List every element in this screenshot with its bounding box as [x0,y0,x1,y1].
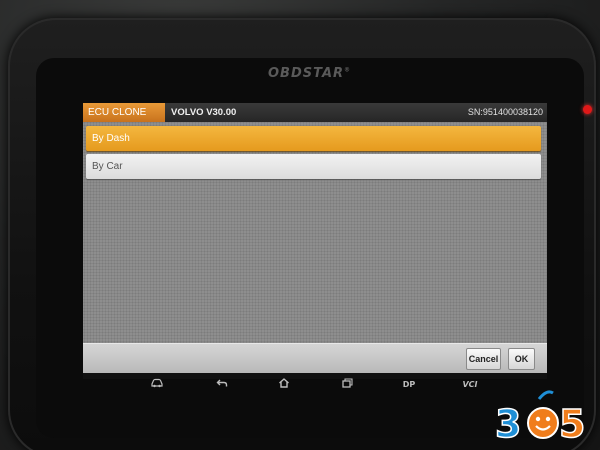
dp-button[interactable]: DP [401,378,417,392]
device-screen: ECU CLONE VOLVO V30.00 SN:951400038120 B… [83,103,547,379]
system-navigation-bar: DP VCI [83,378,547,392]
home-icon[interactable] [276,378,292,392]
brand-name: OBDSTAR [268,66,345,81]
serial-number: SN:951400038120 [467,107,543,117]
car-icon[interactable] [149,378,165,392]
menu-item-by-car[interactable]: By Car [86,154,541,179]
page-title: ECU CLONE [83,103,165,122]
watermark-digit-left: 3 [495,402,521,445]
site-watermark-logo: 3 5 [493,385,593,447]
ecu-clone-app: ECU CLONE VOLVO V30.00 SN:951400038120 B… [83,103,547,373]
recent-apps-icon[interactable] [339,378,355,392]
bottom-toolbar: Cancel OK [83,343,547,373]
title-bar: ECU CLONE VOLVO V30.00 SN:951400038120 [83,103,547,122]
back-icon[interactable] [214,378,230,392]
vehicle-label: VOLVO V30.00 [171,107,237,118]
brand-mark: ® [344,66,352,74]
brand-logo: OBDSTAR® [268,66,351,81]
menu-item-by-dash[interactable]: By Dash [86,126,541,151]
vci-button[interactable]: VCI [461,378,479,392]
ok-button[interactable]: OK [508,348,535,370]
power-indicator-light [583,105,592,114]
cancel-button[interactable]: Cancel [466,348,501,370]
watermark-digit-right: 5 [559,402,585,445]
